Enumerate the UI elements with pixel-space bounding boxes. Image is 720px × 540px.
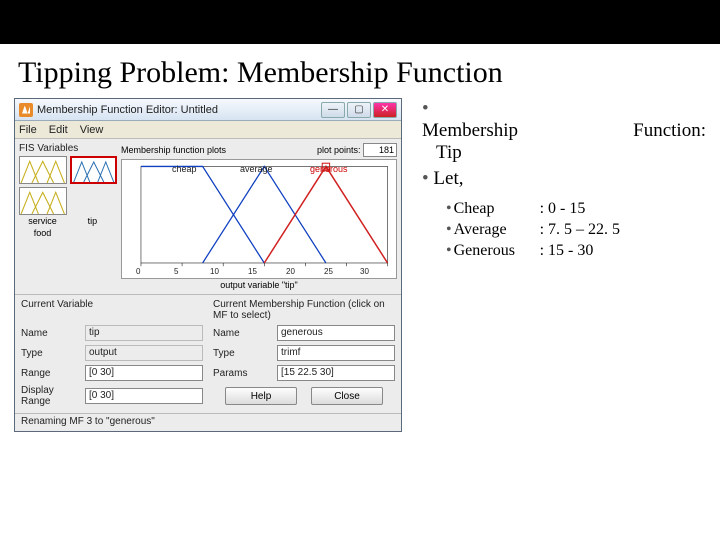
var-range-input[interactable]: [0 30] (85, 365, 203, 381)
help-button[interactable]: Help (225, 387, 297, 405)
fis-label-service: service (19, 216, 66, 226)
fis-var-service[interactable] (19, 156, 67, 184)
mf-plot[interactable]: cheap average generous 0 5 10 15 20 25 3… (121, 159, 397, 279)
fis-label-tip: tip (69, 216, 116, 226)
note-item-name: Cheap (454, 200, 540, 218)
xtick: 10 (210, 267, 219, 276)
var-type-value: output (85, 345, 203, 361)
var-name-value: tip (85, 325, 203, 341)
plot-xlabel: output variable "tip" (121, 280, 397, 290)
xtick: 20 (286, 267, 295, 276)
menu-bar: File Edit View (15, 121, 401, 139)
var-range-label: Range (21, 368, 81, 379)
fis-label-food: food (19, 228, 66, 238)
mf-type-label: Type (213, 348, 273, 359)
xtick: 15 (248, 267, 257, 276)
var-display-range-input[interactable]: [0 30] (85, 388, 203, 404)
current-mf-title: Current Membership Function (click on MF… (213, 299, 395, 321)
fis-variables-panel: FIS Variables service tip (19, 143, 117, 290)
note-line2: Let, (422, 168, 706, 190)
mf-params-input[interactable]: [15 22.5 30] (277, 365, 395, 381)
mf-label-cheap: cheap (172, 164, 197, 174)
mf-name-label: Name (213, 328, 273, 339)
menu-view[interactable]: View (80, 124, 104, 136)
window-title: Membership Function Editor: Untitled (37, 104, 317, 116)
note-line1-c: Tip (436, 142, 706, 164)
mf-label-average: average (240, 164, 273, 174)
close-button[interactable]: ✕ (373, 102, 397, 118)
var-type-label: Type (21, 348, 81, 359)
var-display-range-label: Display Range (21, 385, 81, 407)
var-name-label: Name (21, 328, 81, 339)
xtick: 0 (136, 267, 140, 276)
note-item-range: : 15 - 30 (540, 242, 594, 260)
menu-file[interactable]: File (19, 124, 37, 136)
close-form-button[interactable]: Close (311, 387, 383, 405)
mf-label-generous: generous (310, 164, 348, 174)
plot-header: Membership function plots (121, 145, 226, 155)
maximize-button[interactable]: ▢ (347, 102, 371, 118)
slide-notes: Membership Function: Tip Let, Cheap: 0 -… (404, 98, 706, 432)
mf-editor-window: Membership Function Editor: Untitled — ▢… (14, 98, 402, 432)
slide-top-bar (0, 0, 720, 44)
plot-panel: Membership function plots plot points: (121, 143, 397, 290)
fis-header: FIS Variables (19, 143, 117, 154)
window-titlebar[interactable]: Membership Function Editor: Untitled — ▢… (15, 99, 401, 121)
note-item-name: Average (454, 221, 540, 239)
mf-params-label: Params (213, 368, 273, 379)
plot-points-input[interactable] (363, 143, 397, 157)
xtick: 5 (174, 267, 178, 276)
note-item-name: Generous (454, 242, 540, 260)
slide-title: Tipping Problem: Membership Function (0, 44, 720, 98)
minimize-button[interactable]: — (321, 102, 345, 118)
mf-type-select[interactable]: trimf (277, 345, 395, 361)
note-item-range: : 0 - 15 (540, 200, 586, 218)
current-variable-title: Current Variable (21, 299, 203, 321)
mf-name-input[interactable]: generous (277, 325, 395, 341)
xtick: 25 (324, 267, 333, 276)
note-line1-a: Membership (422, 120, 518, 142)
plot-points-label: plot points: (317, 145, 361, 155)
note-item-range: : 7. 5 – 22. 5 (540, 221, 620, 239)
xtick: 30 (360, 267, 369, 276)
status-bar: Renaming MF 3 to "generous" (15, 413, 401, 431)
menu-edit[interactable]: Edit (49, 124, 68, 136)
fis-var-tip[interactable] (70, 156, 118, 184)
fis-var-food[interactable] (19, 187, 67, 215)
app-icon (19, 103, 33, 117)
note-line1-b: Function: (633, 120, 706, 142)
